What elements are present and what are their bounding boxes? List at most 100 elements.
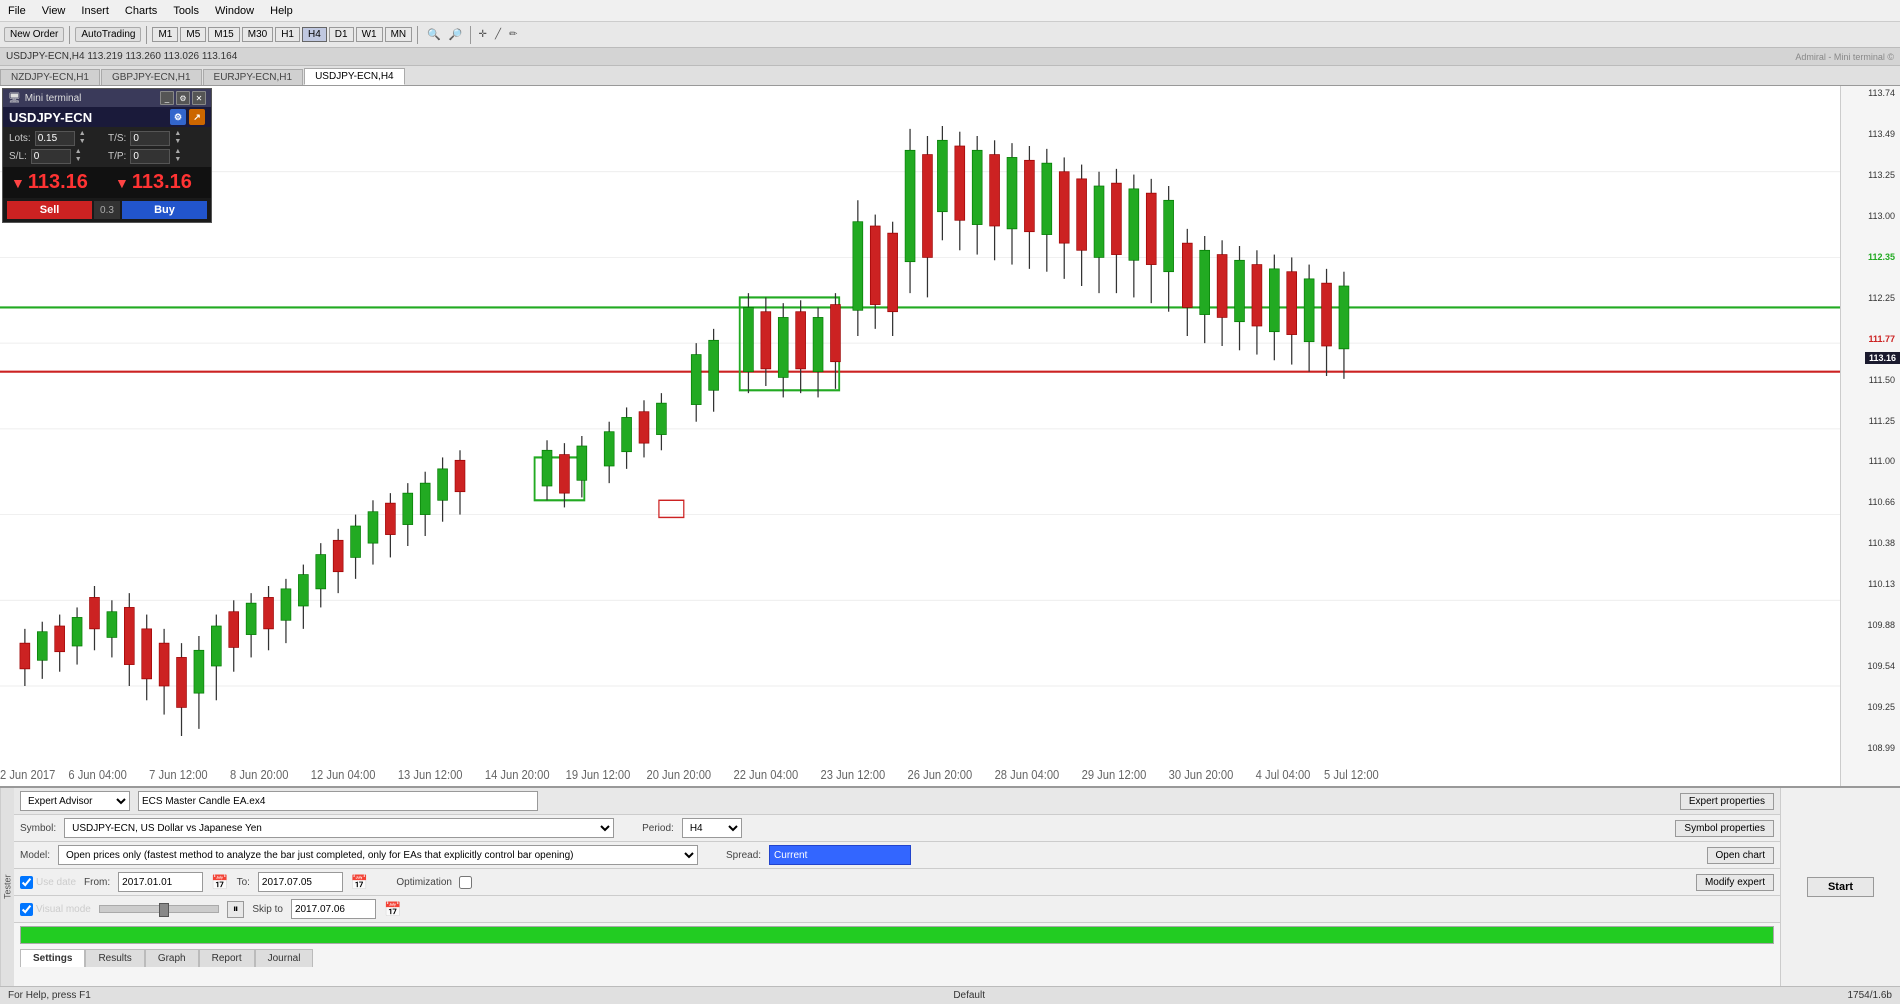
menu-charts[interactable]: Charts [117, 3, 165, 19]
line-tool-icon[interactable]: ╱ [492, 29, 504, 40]
new-order-button[interactable]: New Order [4, 27, 64, 42]
pen-icon[interactable]: ✏ [506, 29, 520, 40]
period-d1[interactable]: D1 [329, 27, 354, 42]
skip-to-date-input[interactable] [291, 899, 376, 919]
zoom-in-icon[interactable]: 🔍 [423, 28, 445, 41]
mini-terminal-header: 🖥 Mini terminal _ ⚙ ✕ [3, 89, 211, 107]
optimization-checkbox[interactable] [459, 876, 472, 889]
tp-input[interactable] [130, 149, 170, 164]
tp-down-arrow[interactable]: ▼ [174, 156, 181, 164]
chart-tab-nzdjpy[interactable]: NZDJPY-ECN,H1 [0, 69, 100, 85]
progress-bar-container [20, 926, 1774, 944]
period-h4[interactable]: H4 [302, 27, 327, 42]
svg-text:5 Jul 12:00: 5 Jul 12:00 [1324, 767, 1379, 782]
tester-row-3: Model: Open prices only (fastest method … [14, 842, 1780, 869]
ts-up-arrow[interactable]: ▲ [174, 130, 181, 138]
chart-tab-gbpjpy[interactable]: GBPJPY-ECN,H1 [101, 69, 202, 85]
svg-text:28 Jun 04:00: 28 Jun 04:00 [995, 767, 1060, 782]
ts-input[interactable] [130, 131, 170, 146]
toolbar: New Order AutoTrading M1 M5 M15 M30 H1 H… [0, 22, 1900, 48]
mini-terminal-settings-btn[interactable]: ⚙ [170, 109, 186, 125]
sl-down-arrow[interactable]: ▼ [75, 156, 82, 164]
zoom-out-icon[interactable]: 🔎 [447, 28, 465, 41]
symbol-select[interactable]: USDJPY-ECN, US Dollar vs Japanese Yen [64, 818, 614, 838]
period-label: Period: [642, 823, 674, 834]
model-select[interactable]: Open prices only (fastest method to anal… [58, 845, 698, 865]
lots-up-arrow[interactable]: ▲ [79, 130, 86, 138]
tab-journal[interactable]: Journal [255, 949, 314, 967]
tester-row-1: Expert Advisor Expert properties [14, 788, 1780, 815]
mini-terminal-close[interactable]: ✕ [192, 91, 206, 105]
tab-report[interactable]: Report [199, 949, 255, 967]
symbol-properties-button[interactable]: Symbol properties [1675, 820, 1774, 837]
autotrading-button[interactable]: AutoTrading [75, 27, 141, 42]
spread-input[interactable] [769, 845, 911, 865]
open-chart-button[interactable]: Open chart [1707, 847, 1774, 864]
chart-tab-usdjpy[interactable]: USDJPY-ECN,H4 [304, 68, 405, 85]
period-w1[interactable]: W1 [356, 27, 383, 42]
from-calendar-icon[interactable]: 📅 [211, 874, 228, 891]
period-mn[interactable]: MN [385, 27, 413, 42]
tab-results[interactable]: Results [85, 949, 144, 967]
chart-container[interactable]: 🖥 Mini terminal _ ⚙ ✕ USDJPY-ECN ⚙ ↗ [0, 86, 1840, 786]
period-m5[interactable]: M5 [180, 27, 206, 42]
expert-name-input[interactable] [138, 791, 538, 811]
pause-button[interactable]: ⏸ [227, 901, 245, 918]
period-m30[interactable]: M30 [242, 27, 273, 42]
price-level: 112.35 [1843, 252, 1898, 293]
crosshair-icon[interactable]: ✛ [476, 29, 490, 40]
expert-type-select[interactable]: Expert Advisor [20, 791, 130, 811]
start-button[interactable]: Start [1807, 877, 1874, 897]
tp-up-arrow[interactable]: ▲ [174, 148, 181, 156]
to-date-input[interactable] [258, 872, 343, 892]
svg-text:20 Jun 20:00: 20 Jun 20:00 [646, 767, 711, 782]
mini-terminal-expand-btn[interactable]: ↗ [189, 109, 205, 125]
spread-label: Spread: [726, 850, 761, 861]
menu-tools[interactable]: Tools [165, 3, 207, 19]
period-m1[interactable]: M1 [152, 27, 178, 42]
tab-settings[interactable]: Settings [20, 949, 85, 967]
optimization-label: Optimization [396, 877, 452, 888]
to-calendar-icon[interactable]: 📅 [351, 874, 368, 891]
candlestick-chart[interactable]: 2 Jun 2017 6 Jun 04:00 7 Jun 12:00 8 Jun… [0, 86, 1840, 786]
tab-graph[interactable]: Graph [145, 949, 199, 967]
menu-file[interactable]: File [0, 3, 34, 19]
lots-input[interactable] [35, 131, 75, 146]
sell-button[interactable]: Sell [7, 201, 92, 219]
period-h1[interactable]: H1 [275, 27, 300, 42]
menu-view[interactable]: View [34, 3, 74, 19]
price-level: 113.74 [1843, 88, 1898, 129]
toolbar-separator-4 [470, 26, 471, 44]
mini-terminal: 🖥 Mini terminal _ ⚙ ✕ USDJPY-ECN ⚙ ↗ [2, 88, 212, 223]
visual-mode-field: Visual mode [20, 903, 91, 916]
expert-properties-button[interactable]: Expert properties [1680, 793, 1774, 810]
buy-price-display: ▼ 113.16 [107, 167, 211, 198]
spread-display: 0.3 [94, 201, 120, 219]
sl-up-arrow[interactable]: ▲ [75, 148, 82, 156]
modify-expert-button[interactable]: Modify expert [1696, 874, 1774, 891]
buy-arrow-icon: ▼ [115, 175, 129, 191]
svg-text:22 Jun 04:00: 22 Jun 04:00 [734, 767, 799, 782]
mini-terminal-lots-row: Lots: ▲ ▼ T/S: ▲ ▼ [3, 127, 211, 167]
visual-mode-checkbox[interactable] [20, 903, 33, 916]
chart-tab-eurjpy[interactable]: EURJPY-ECN,H1 [203, 69, 304, 85]
lots-down-arrow[interactable]: ▼ [79, 138, 86, 146]
menu-help[interactable]: Help [262, 3, 301, 19]
ts-down-arrow[interactable]: ▼ [174, 138, 181, 146]
menu-insert[interactable]: Insert [73, 3, 117, 19]
buy-button[interactable]: Buy [122, 201, 207, 219]
from-date-input[interactable] [118, 872, 203, 892]
mini-terminal-settings[interactable]: ⚙ [176, 91, 190, 105]
menu-window[interactable]: Window [207, 3, 262, 19]
svg-text:6 Jun 04:00: 6 Jun 04:00 [68, 767, 127, 782]
period-select[interactable]: H4 [682, 818, 742, 838]
mini-terminal-minimize[interactable]: _ [160, 91, 174, 105]
use-date-checkbox[interactable] [20, 876, 33, 889]
speed-slider-thumb[interactable] [159, 903, 169, 917]
price-level: 110.38 [1843, 538, 1898, 579]
period-m15[interactable]: M15 [208, 27, 239, 42]
sl-input[interactable] [31, 149, 71, 164]
chart-title-text: USDJPY-ECN,H4 113.219 113.260 113.026 11… [6, 51, 237, 62]
status-bar: For Help, press F1 Default 1754/1.6b [0, 986, 1900, 1004]
skip-calendar-icon[interactable]: 📅 [384, 901, 401, 918]
